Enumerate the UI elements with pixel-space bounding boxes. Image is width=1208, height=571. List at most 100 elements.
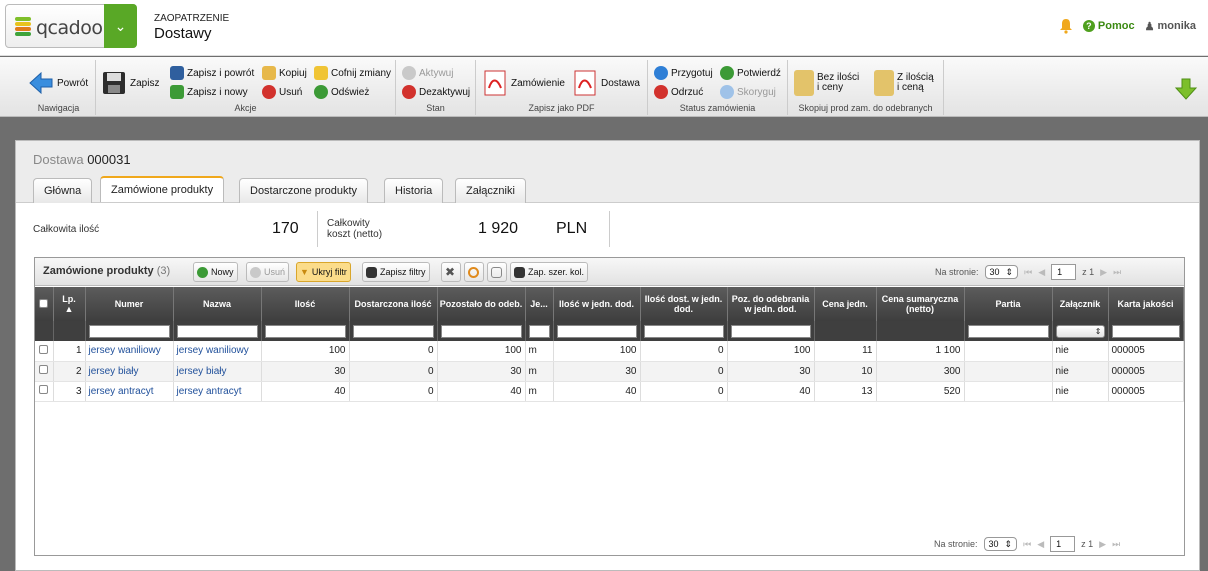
refresh-button[interactable]: Odśwież (314, 85, 369, 99)
activate-button[interactable]: Aktywuj (402, 66, 453, 80)
copy-button[interactable]: Kopiuj (262, 66, 307, 80)
col-quantity[interactable]: Ilość (261, 287, 350, 321)
col-total-price[interactable]: Cena sumaryczna (netto) (876, 287, 965, 321)
name-link[interactable]: jersey waniliowy (173, 341, 262, 362)
logo-menu-button[interactable]: qcadoo ⌄ (5, 4, 137, 48)
first-page-icon[interactable]: ⏮ (1024, 267, 1032, 278)
hide-filter-button[interactable]: ▼ Ukryj filtr (296, 262, 351, 282)
table-row[interactable]: 3 jersey antracyt jersey antracyt 40 0 40 m 40 0… (35, 381, 1184, 402)
grid-title: Zamówione produkty (3) (43, 265, 170, 277)
refresh-label: Odśwież (331, 86, 370, 98)
grid-delete-button[interactable]: Usuń (246, 262, 290, 282)
help-link[interactable]: ? Pomoc (1082, 20, 1135, 32)
tab-attachments[interactable]: Załączniki (455, 178, 526, 203)
pdf-order-button[interactable]: Zamówienie (482, 70, 565, 96)
filter-batch-input[interactable] (967, 324, 1049, 338)
col-quality-card[interactable]: Karta jakości (1108, 287, 1184, 321)
document-copy-icon (794, 70, 814, 96)
copy-without-button[interactable]: Bez ilości i ceny (794, 70, 859, 96)
decline-button[interactable]: Odrzuć (654, 85, 703, 99)
col-name[interactable]: Nazwa (173, 287, 262, 321)
filter-attachment-select[interactable]: ⇕ (1055, 324, 1105, 338)
table-row[interactable]: 2 jersey biały jersey biały 30 0 30 m 30 0 30 10 30… (35, 361, 1184, 382)
tab-history[interactable]: Historia (384, 178, 444, 203)
tab-delivered-products[interactable]: Dostarczone produkty (239, 178, 368, 203)
user-menu[interactable]: ♟ monika (1145, 20, 1196, 33)
reset-button[interactable] (464, 262, 484, 282)
filter-remaining-input[interactable] (440, 324, 522, 338)
correct-button[interactable]: Skoryguj (720, 85, 776, 99)
save-back-label: Zapisz i powrót (187, 67, 255, 79)
copy-with-button[interactable]: Z ilością i ceną (874, 70, 934, 96)
deactivate-button[interactable]: Dezaktywuj (402, 85, 470, 99)
col-unit-price[interactable]: Cena jedn. (814, 287, 877, 321)
save-new-button[interactable]: Zapisz i nowy (170, 85, 248, 99)
approve-button[interactable]: Potwierdź (720, 66, 781, 80)
col-delivered[interactable]: Dostarczona ilość (349, 287, 438, 321)
filter-quantity-input[interactable] (264, 324, 346, 338)
prepare-button[interactable]: Przygotuj (654, 66, 713, 80)
save-widths-button[interactable]: Zap. szer. kol. (510, 262, 589, 282)
per-page-select[interactable]: 30 ⇕ (984, 265, 1019, 279)
filter-unit-input[interactable] (528, 324, 550, 338)
filter-remaining-additional-input[interactable] (730, 324, 811, 338)
undo-icon (314, 66, 328, 80)
last-page-icon[interactable]: ⏭ (1113, 267, 1121, 278)
activate-icon (402, 66, 416, 80)
bell-icon[interactable] (1059, 18, 1073, 34)
filter-name-input[interactable] (176, 324, 258, 338)
next-page-icon[interactable]: ▶ (1100, 267, 1107, 278)
col-unit[interactable]: Je... (525, 287, 554, 321)
floppy-icon (514, 266, 525, 278)
table-row[interactable]: 1 jersey waniliowy jersey waniliowy 100 0 100… (35, 341, 1184, 362)
col-attachment[interactable]: Załącznik (1052, 287, 1109, 321)
col-lp[interactable]: Lp. ▲ (53, 287, 86, 321)
col-delivered-additional[interactable]: Ilość dost. w jedn. dod. (640, 287, 728, 321)
save-button[interactable]: Zapisz (101, 70, 159, 96)
back-button[interactable]: Powrót (28, 70, 88, 96)
filter-number-input[interactable] (88, 324, 170, 338)
col-batch[interactable]: Partia (964, 287, 1053, 321)
undo-button[interactable]: Cofnij zmiany (314, 66, 391, 80)
delete-button[interactable]: Usuń (262, 85, 302, 99)
row-checkbox[interactable] (39, 385, 49, 394)
row-checkbox[interactable] (39, 344, 49, 354)
name-link[interactable]: jersey biały (173, 361, 262, 382)
next-page-icon[interactable]: ▶ (1099, 539, 1106, 550)
number-link[interactable]: jersey biały (85, 361, 174, 382)
quality-card-cell: 000005 (1108, 381, 1184, 402)
per-page-select[interactable]: 30 ⇕ (983, 537, 1018, 551)
group-label: Status zamówienia (679, 103, 756, 113)
filter-qty-additional-input[interactable] (556, 324, 637, 338)
col-qty-additional[interactable]: Ilość w jedn. dod. (553, 287, 641, 321)
chevron-down-icon[interactable]: ⌄ (104, 4, 137, 48)
save-filters-button[interactable]: Zapisz filtry (362, 262, 430, 282)
number-link[interactable]: jersey antracyt (85, 381, 174, 402)
columns-button[interactable] (487, 262, 507, 282)
row-checkbox[interactable] (39, 365, 49, 374)
first-page-icon[interactable]: ⏮ (1023, 539, 1031, 550)
page-input[interactable]: 1 (1050, 536, 1076, 552)
tab-ordered-products[interactable]: Zamówione produkty (100, 176, 225, 202)
filter-delivered-input[interactable] (352, 324, 434, 338)
pdf-delivery-button[interactable]: Dostawa (572, 70, 640, 96)
download-icon[interactable] (1174, 77, 1198, 101)
select-all-checkbox[interactable] (39, 298, 49, 308)
col-number[interactable]: Numer (85, 287, 174, 321)
last-page-icon[interactable]: ⏭ (1112, 539, 1120, 550)
number-link[interactable]: jersey waniliowy (85, 341, 174, 362)
page-input[interactable]: 1 (1051, 264, 1077, 280)
clear-filters-button[interactable]: ✖ (441, 262, 461, 282)
prev-page-icon[interactable]: ◀ (1038, 267, 1045, 278)
name-link[interactable]: jersey antracyt (173, 381, 262, 402)
col-remaining[interactable]: Pozostało do odeb. (437, 287, 526, 321)
col-remaining-additional[interactable]: Poz. do odebrania w jedn. dod. (727, 287, 815, 321)
new-button[interactable]: Nowy (193, 262, 238, 282)
tab-main[interactable]: Główna (33, 178, 93, 203)
filter-quality-input[interactable] (1111, 324, 1180, 338)
save-back-button[interactable]: Zapisz i powrót (170, 66, 254, 80)
delivered-additional-cell: 0 (640, 381, 728, 402)
grid-delete-label: Usuń (264, 267, 286, 277)
prev-page-icon[interactable]: ◀ (1037, 539, 1044, 550)
filter-delivered-additional-input[interactable] (643, 324, 724, 338)
